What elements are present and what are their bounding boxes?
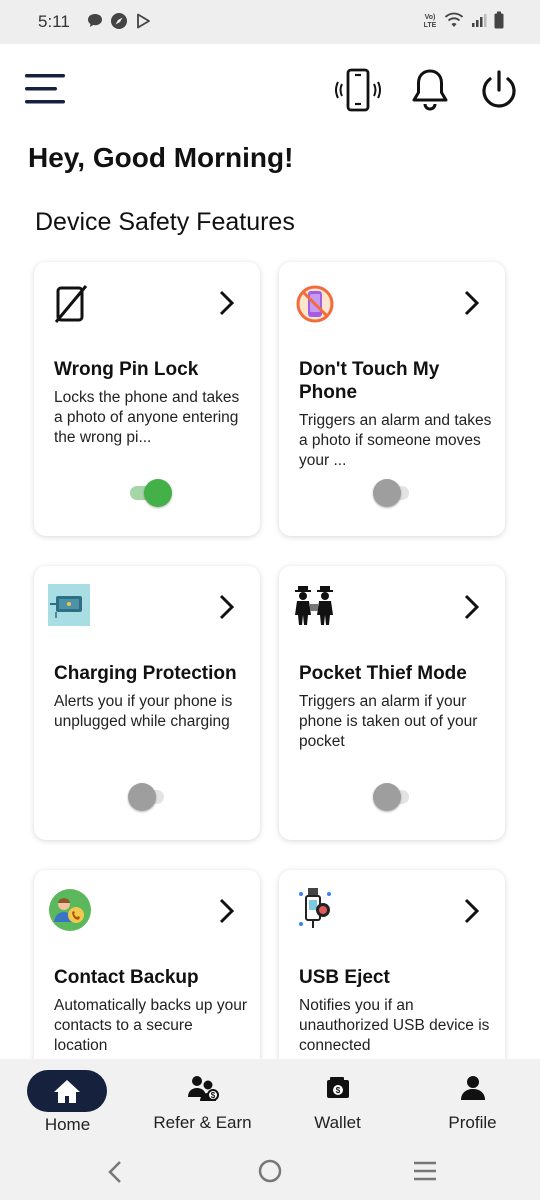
usb-eject-icon [295, 886, 335, 930]
refer-earn-icon: $ [188, 1076, 219, 1101]
feature-toggle[interactable] [373, 782, 409, 812]
chevron-right-icon[interactable] [218, 898, 236, 924]
feature-description: Triggers an alarm if your phone is taken… [299, 693, 478, 750]
feature-toggle[interactable] [373, 478, 409, 508]
volte-icon: Vo) LTE [424, 14, 437, 29]
toggle-thumb [128, 783, 156, 811]
nav-item-refer[interactable]: $ Refer & Earn [135, 1059, 270, 1143]
nav-item-home[interactable]: Home [0, 1059, 135, 1143]
feature-description: Automatically backs up your contacts to … [54, 997, 247, 1054]
nav-label-wallet: Wallet [314, 1113, 361, 1132]
status-notification-icons [86, 12, 152, 30]
status-system-icons: Vo) LTE [422, 11, 504, 29]
feature-description: Notifies you if an unauthorized USB devi… [299, 997, 490, 1054]
menu-button[interactable] [24, 72, 66, 108]
toggle-thumb [373, 783, 401, 811]
vibrate-alert-button[interactable] [334, 66, 382, 114]
feature-description: Alerts you if your phone is unplugged wh… [54, 693, 233, 730]
no-touch-phone-icon [295, 282, 339, 326]
feature-card-wrong-pin-lock[interactable]: Wrong Pin Lock Locks the phone and takes… [34, 262, 260, 536]
compass-icon [111, 13, 127, 29]
chevron-right-icon[interactable] [463, 898, 481, 924]
svg-text:$: $ [211, 1091, 216, 1100]
contact-backup-icon [48, 888, 92, 932]
toggle-thumb [144, 479, 172, 507]
feature-card-pocket-thief[interactable]: Pocket Thief Mode Triggers an alarm if y… [279, 566, 505, 840]
play-store-icon [137, 13, 150, 29]
bottom-nav: Home $ Refer & Earn $ Wallet Profile [0, 1059, 540, 1143]
no-phone-lock-icon [50, 282, 94, 326]
chevron-right-icon[interactable] [218, 290, 236, 316]
chat-bubble-icon [88, 14, 102, 27]
toggle-thumb [373, 479, 401, 507]
feature-title: USB Eject [299, 967, 390, 988]
feature-description: Locks the phone and takes a photo of any… [54, 389, 240, 446]
back-icon[interactable] [104, 1159, 124, 1185]
nav-label-home: Home [44, 1115, 91, 1134]
system-nav-bar [0, 1143, 540, 1200]
home-icon [54, 1080, 80, 1103]
bell-icon [412, 69, 448, 111]
feature-title: Pocket Thief Mode [299, 663, 467, 684]
wallet-icon: $ [327, 1077, 349, 1098]
pocket-thief-icon [291, 582, 337, 628]
feature-title: Contact Backup [54, 967, 199, 988]
app-bar [0, 44, 540, 136]
wifi-icon [444, 12, 464, 27]
svg-text:$: $ [336, 1086, 341, 1095]
charging-plug-icon [48, 584, 90, 626]
greeting: Hey, Good Morning! [28, 142, 294, 173]
notifications-button[interactable] [408, 66, 452, 114]
home-circle-icon[interactable] [257, 1158, 283, 1184]
nav-label-profile: Profile [448, 1113, 497, 1132]
status-bar: 5:11 Vo) LTE [0, 0, 540, 44]
nav-label-refer: Refer & Earn [153, 1113, 252, 1132]
feature-description: Triggers an alarm and takes a photo if s… [299, 412, 492, 469]
feature-title: Wrong Pin Lock [54, 359, 199, 380]
profile-icon [461, 1076, 485, 1100]
chevron-right-icon[interactable] [218, 594, 236, 620]
battery-icon [494, 11, 504, 29]
section-title: Device Safety Features [35, 208, 295, 236]
svg-text:Vo): Vo) [425, 14, 436, 21]
feature-title: Charging Protection [54, 663, 237, 684]
svg-text:LTE: LTE [424, 22, 437, 29]
menu-icon [25, 74, 65, 104]
feature-card-dont-touch[interactable]: Don't Touch My Phone Triggers an alarm a… [279, 262, 505, 536]
feature-toggle[interactable] [128, 782, 164, 812]
power-button[interactable] [478, 66, 520, 114]
vibrate-phone-icon [335, 68, 381, 112]
status-time: 5:11 [38, 12, 70, 31]
signal-icon [472, 14, 487, 27]
feature-title: Don't Touch My Phone [299, 359, 440, 403]
nav-item-profile[interactable]: Profile [405, 1059, 540, 1143]
chevron-right-icon[interactable] [463, 594, 481, 620]
chevron-right-icon[interactable] [463, 290, 481, 316]
feature-toggle[interactable] [130, 478, 172, 508]
feature-card-charging-protection[interactable]: Charging Protection Alerts you if your p… [34, 566, 260, 840]
recents-icon[interactable] [412, 1159, 438, 1183]
nav-item-wallet[interactable]: $ Wallet [270, 1059, 405, 1143]
power-icon [482, 70, 516, 108]
